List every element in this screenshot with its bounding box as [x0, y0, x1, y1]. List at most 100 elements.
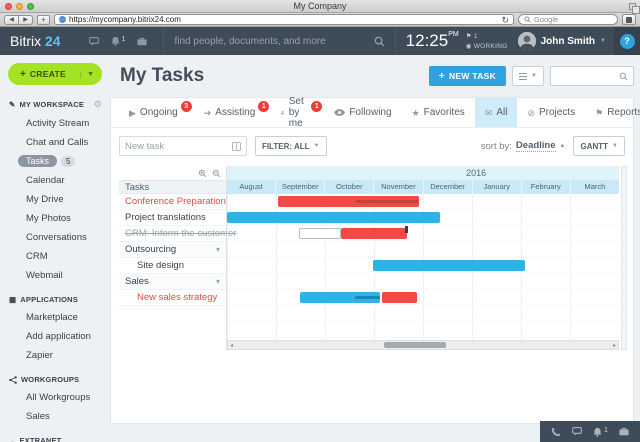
new-task-button[interactable]: + NEW TASK: [429, 66, 506, 86]
sidebar-item-webmail[interactable]: Webmail: [0, 266, 110, 285]
year-label: 2016: [466, 168, 486, 178]
tab-favorites[interactable]: ★Favorites: [402, 98, 475, 127]
gantt-row: [227, 274, 619, 290]
sidebar-item-calendar[interactable]: Calendar: [0, 171, 110, 190]
tab-all[interactable]: ✉All: [475, 98, 518, 127]
chat-icon[interactable]: [572, 427, 582, 436]
briefcase-icon[interactable]: [137, 37, 147, 46]
browser-search-field[interactable]: Google: [518, 14, 618, 25]
quick-add-task-box[interactable]: [119, 136, 247, 156]
gear-icon[interactable]: ⚙: [94, 99, 102, 110]
zoom-out-icon[interactable]: [212, 169, 221, 178]
dock-notifications-button[interactable]: 1: [593, 427, 608, 437]
view-switch-button[interactable]: GANTT▼: [573, 136, 625, 156]
sidebar-item-add-application[interactable]: Add application: [0, 327, 110, 346]
scrollbar-thumb[interactable]: [384, 342, 446, 348]
work-clock[interactable]: 12:25PM ⚑1 ◉WORKING: [396, 31, 518, 51]
minimize-window-button[interactable]: [16, 3, 23, 10]
phone-icon[interactable]: [551, 427, 561, 437]
sidebar-item-sales[interactable]: Sales: [0, 407, 110, 426]
gantt-bar[interactable]: [227, 212, 440, 223]
tab-projects[interactable]: ⊘Projects: [517, 98, 585, 127]
sidebar-section-my-workspace: ✎ MY WORKSPACE ⚙: [0, 95, 110, 114]
sidebar-item-my-drive[interactable]: My Drive: [0, 190, 110, 209]
create-button[interactable]: + CREATE ▼: [8, 63, 102, 85]
task-row[interactable]: CRM: Inform the customer: [119, 226, 226, 242]
sidebar-item-activity-stream[interactable]: Activity Stream: [0, 114, 110, 133]
new-task-input[interactable]: [125, 141, 232, 152]
window-controls[interactable]: [5, 3, 34, 10]
sidebar-item-tasks[interactable]: Tasks5: [0, 152, 110, 171]
close-window-button[interactable]: [5, 3, 12, 10]
month-label: September: [275, 180, 324, 194]
gantt-bar[interactable]: [300, 292, 380, 303]
chevron-down-icon: ▼: [314, 143, 320, 149]
tab-assisting[interactable]: ➔Assisting1: [194, 98, 272, 127]
task-row[interactable]: Conference Preparation: [119, 194, 226, 210]
view-options-button[interactable]: ▼: [512, 66, 544, 86]
horizontal-scrollbar[interactable]: ◂ ▸: [227, 340, 619, 350]
tab-following[interactable]: Following: [324, 98, 401, 127]
zoom-window-button[interactable]: [27, 3, 34, 10]
gantt-row: [227, 290, 619, 306]
bitrix-logo[interactable]: Bitrix 24: [10, 33, 61, 49]
tab-badge: 1: [311, 101, 322, 112]
global-search[interactable]: find people, documents, and more: [163, 27, 395, 55]
sort-direction-icon[interactable]: ▲: [560, 143, 566, 149]
gantt-bar[interactable]: [341, 228, 408, 239]
share-icon: [9, 376, 17, 384]
task-row[interactable]: Project translations: [119, 210, 226, 226]
address-bar[interactable]: https://mycompany.bitrix24.com ↻: [54, 14, 514, 25]
sidebar-item-zapier[interactable]: Zapier: [0, 346, 110, 365]
sidebar-item-marketplace[interactable]: Marketplace: [0, 308, 110, 327]
forward-button[interactable]: ▶: [18, 15, 33, 25]
notifications-button[interactable]: 1: [111, 36, 126, 46]
tab-ongoing[interactable]: ▶Ongoing3: [119, 98, 194, 127]
sidebar-item-all-workgroups[interactable]: All Workgroups: [0, 388, 110, 407]
sort-control[interactable]: sort by: Deadline ▲: [481, 140, 566, 152]
chevron-down-icon[interactable]: ▾: [216, 245, 220, 254]
tasks-search-input[interactable]: [556, 71, 619, 81]
downloads-button[interactable]: [622, 14, 636, 25]
task-group-row[interactable]: Outsourcing▾: [119, 242, 226, 258]
clock-meridiem: PM: [448, 31, 459, 38]
scroll-right-arrow[interactable]: ▸: [613, 342, 616, 349]
messenger-icon[interactable]: [89, 37, 99, 46]
help-button[interactable]: ?: [620, 34, 635, 49]
search-icon[interactable]: [374, 36, 385, 47]
sidebar-item-chat-and-calls[interactable]: Chat and Calls: [0, 133, 110, 152]
filter-button[interactable]: FILTER: ALL▼: [255, 136, 327, 156]
gantt-bar[interactable]: [278, 196, 419, 207]
app-header: Bitrix 24 1 find people, documents, and …: [0, 27, 640, 55]
task-row[interactable]: Site design: [119, 258, 226, 274]
briefcase-icon[interactable]: [619, 427, 629, 436]
avatar[interactable]: [518, 32, 536, 50]
sidebar-item-crm[interactable]: CRM: [0, 247, 110, 266]
gantt-bar[interactable]: [382, 292, 417, 303]
tab-reports[interactable]: ⚑Reports: [585, 98, 640, 127]
zoom-in-icon[interactable]: [198, 169, 207, 178]
chevron-down-icon: ▼: [600, 38, 606, 44]
grid-icon: ▦: [9, 295, 16, 304]
sort-field[interactable]: Deadline: [516, 140, 556, 152]
back-button[interactable]: ◀: [4, 15, 19, 25]
main-content: My Tasks + NEW TASK ▼ ▶Ongoing3 ➔Assisti…: [110, 55, 640, 442]
tasks-search-box[interactable]: [550, 66, 634, 86]
expand-form-icon[interactable]: [232, 142, 241, 151]
scroll-left-arrow[interactable]: ◂: [230, 342, 233, 349]
task-row[interactable]: New sales strategy: [119, 290, 226, 306]
chevron-down-icon[interactable]: ▼: [80, 71, 94, 78]
gantt-bar[interactable]: [373, 260, 525, 271]
search-icon[interactable]: [619, 72, 628, 81]
user-menu[interactable]: John Smith ▼: [518, 32, 614, 50]
sidebar-item-conversations[interactable]: Conversations: [0, 228, 110, 247]
tab-set-by-me[interactable]: Set by me1: [271, 98, 324, 127]
gantt-bar[interactable]: [299, 228, 341, 239]
chevron-down-icon[interactable]: ▾: [216, 277, 220, 286]
new-tab-button[interactable]: +: [37, 15, 50, 25]
resize-grip-icon[interactable]: [629, 3, 636, 10]
task-group-row[interactable]: Sales▾: [119, 274, 226, 290]
tasks-count-badge: 5: [61, 156, 75, 167]
sidebar-item-my-photos[interactable]: My Photos: [0, 209, 110, 228]
vertical-scrollbar[interactable]: [621, 166, 627, 350]
